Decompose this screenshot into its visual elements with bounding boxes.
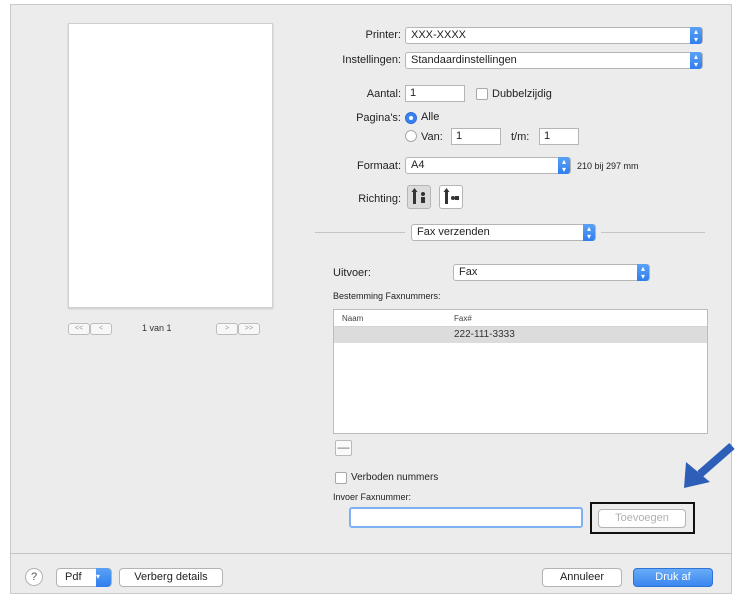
forbidden-numbers-checkbox[interactable]: [335, 472, 347, 484]
column-header-fax: Fax#: [454, 314, 472, 323]
page-counter: 1 van 1: [142, 323, 172, 333]
print-button[interactable]: Druk af: [633, 568, 713, 587]
next-page-button[interactable]: >: [216, 323, 238, 335]
landscape-orientation-button[interactable]: [439, 185, 463, 209]
section-value: Fax verzenden: [417, 226, 490, 238]
row-fax-cell: 222-111-3333: [454, 329, 515, 340]
duplex-label: Dubbelzijdig: [492, 88, 552, 100]
popup-arrows-icon: ▴ ▾: [637, 264, 649, 281]
presets-value: Standaardinstellingen: [411, 54, 517, 66]
output-label: Uitvoer:: [333, 267, 371, 279]
forbidden-numbers-label: Verboden nummers: [351, 472, 439, 483]
pdf-label: Pdf: [65, 571, 82, 583]
output-value: Fax: [459, 266, 478, 278]
output-popup[interactable]: Fax ▴ ▾: [453, 264, 650, 281]
footer-divider: [11, 553, 731, 554]
pages-from-field[interactable]: 1: [451, 128, 501, 145]
paper-size-value: A4: [411, 159, 425, 171]
first-page-button[interactable]: <<: [68, 323, 90, 335]
duplex-checkbox[interactable]: [476, 88, 488, 100]
annotation-arrow-icon: [684, 442, 735, 488]
destination-label: Bestemming Faxnummers:: [333, 291, 441, 301]
add-button-highlight: [590, 502, 695, 534]
paper-dimensions: 210 bij 297 mm: [577, 161, 639, 171]
printer-label: Printer:: [365, 29, 401, 41]
pages-to-field[interactable]: 1: [539, 128, 579, 145]
section-divider-right: [601, 232, 705, 233]
chevron-down-icon: ▾: [96, 568, 111, 587]
fax-number-input[interactable]: [349, 507, 583, 528]
popup-arrows-icon: ▴ ▾: [690, 52, 702, 69]
fax-input-label: Invoer Faxnummer:: [333, 492, 412, 502]
landscape-icon: [443, 188, 459, 204]
section-popup[interactable]: Fax verzenden ▴ ▾: [411, 224, 596, 241]
column-header-name: Naam: [342, 314, 364, 323]
popup-arrows-icon: ▴ ▾: [690, 27, 702, 44]
portrait-icon: [411, 188, 425, 204]
portrait-orientation-button[interactable]: [407, 185, 431, 209]
cancel-button[interactable]: Annuleer: [542, 568, 622, 587]
copies-field[interactable]: 1: [405, 85, 465, 102]
pages-range-radio[interactable]: [405, 130, 417, 142]
orientation-label: Richting:: [358, 193, 401, 205]
hide-details-button[interactable]: Verberg details: [119, 568, 223, 587]
popup-arrows-icon: ▴ ▾: [558, 157, 570, 174]
table-row[interactable]: 222-111-3333: [334, 327, 707, 343]
paper-size-label: Formaat:: [356, 160, 401, 172]
previous-page-button[interactable]: <: [90, 323, 112, 335]
printer-value: XXX-XXXX: [411, 29, 467, 41]
pages-label: Pagina's:: [356, 112, 401, 124]
page-preview: [68, 23, 273, 308]
popup-arrows-icon: ▴ ▾: [583, 224, 595, 241]
fax-destination-table: Naam Fax# 222-111-3333: [333, 309, 708, 434]
print-dialog: << < 1 van 1 > >> Printer: XXX-XXXX ▴ ▾ I…: [10, 4, 732, 594]
presets-label: Instellingen:: [342, 54, 401, 66]
pdf-button[interactable]: Pdf ▾: [56, 568, 112, 587]
remove-number-button[interactable]: —: [335, 440, 352, 456]
paper-size-popup[interactable]: A4 ▴ ▾: [405, 157, 571, 174]
presets-popup[interactable]: Standaardinstellingen ▴ ▾: [405, 52, 703, 69]
pages-from-label: Van:: [421, 131, 443, 143]
help-button[interactable]: ?: [25, 568, 43, 586]
copies-label: Aantal:: [366, 88, 401, 100]
section-divider-left: [315, 232, 405, 233]
last-page-button[interactable]: >>: [238, 323, 260, 335]
pages-all-label: Alle: [421, 111, 440, 123]
printer-popup[interactable]: XXX-XXXX ▴ ▾: [405, 27, 703, 44]
pages-to-label: t/m:: [511, 131, 530, 143]
pages-all-radio[interactable]: [405, 112, 417, 124]
